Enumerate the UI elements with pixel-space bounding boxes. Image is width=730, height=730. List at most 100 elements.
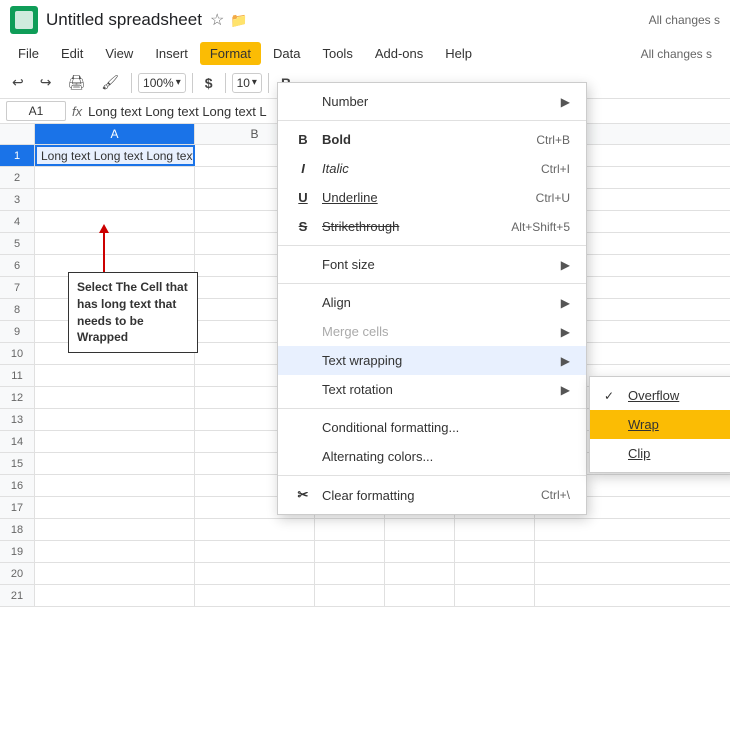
menu-format[interactable]: Format [200,42,261,65]
sep-4 [278,408,586,409]
condformat-label: Conditional formatting... [322,420,459,435]
menu-view[interactable]: View [95,42,143,65]
menu-item-bold[interactable]: B Bold Ctrl+B [278,125,586,154]
cell-c20[interactable] [315,563,385,584]
cell-reference[interactable]: A1 [6,101,66,121]
redo-button[interactable]: ↪ [34,71,58,94]
cell-a16[interactable] [35,475,195,496]
cell-a21[interactable] [35,585,195,606]
underline-shortcut: Ctrl+U [536,191,570,205]
cell-a3[interactable] [35,189,195,210]
print-button[interactable]: 🖨 [61,71,91,94]
cell-d21[interactable] [385,585,455,606]
menu-data[interactable]: Data [263,42,310,65]
row-num-11: 11 [0,365,35,386]
cell-e19[interactable] [455,541,535,562]
zoom-select[interactable]: 100% ▾ [138,73,186,93]
menu-item-alternatingcolors[interactable]: Alternating colors... [278,442,586,471]
cell-a1[interactable]: Long text Long text Long text Lo [35,145,195,166]
star-icon[interactable]: ☆ [210,10,224,30]
menu-help[interactable]: Help [435,42,482,65]
cell-b18[interactable] [195,519,315,540]
sep-2 [278,245,586,246]
paintformat-button[interactable]: 🖌 [95,71,125,94]
menu-item-fontsize[interactable]: Font size ▶ [278,250,586,279]
submenu-item-wrap[interactable]: Wrap [590,410,730,439]
wrap-label: Wrap [628,417,659,432]
strikethrough-icon: S [294,219,312,234]
cell-a20[interactable] [35,563,195,584]
menu-item-textwrapping[interactable]: Text wrapping ▶ [278,346,586,375]
menu-item-textrotation[interactable]: Text rotation ▶ [278,375,586,404]
cell-a4[interactable] [35,211,195,232]
cell-a13[interactable] [35,409,195,430]
cell-e21[interactable] [455,585,535,606]
row-num-10: 10 [0,343,35,364]
currency-button[interactable]: $ [199,72,219,94]
font-size-value: 10 [237,76,250,90]
bold-icon: B [294,132,312,147]
cell-c19[interactable] [315,541,385,562]
cell-a11[interactable] [35,365,195,386]
col-header-a[interactable]: A [35,124,195,144]
cell-d18[interactable] [385,519,455,540]
cell-a5[interactable] [35,233,195,254]
cell-a14[interactable] [35,431,195,452]
menu-insert[interactable]: Insert [145,42,198,65]
tooltip-text: Select The Cell that has long text that … [77,280,188,344]
cell-a18[interactable] [35,519,195,540]
row-num-3: 3 [0,189,35,210]
sep-5 [278,475,586,476]
cell-c18[interactable] [315,519,385,540]
grid-row-20: 20 [0,563,730,585]
cell-b21[interactable] [195,585,315,606]
app-icon [10,6,38,34]
overflow-check-icon: ✓ [604,389,620,403]
cell-a17[interactable] [35,497,195,518]
menu-item-align[interactable]: Align ▶ [278,288,586,317]
menu-item-number[interactable]: Number ▶ [278,87,586,116]
align-arrow-icon: ▶ [561,296,570,310]
menu-item-clearformatting[interactable]: ✂ Clear formatting Ctrl+\ [278,480,586,510]
clearformat-icon: ✂ [294,487,312,503]
row-num-19: 19 [0,541,35,562]
cell-b19[interactable] [195,541,315,562]
row-num-13: 13 [0,409,35,430]
menu-item-strikethrough[interactable]: S Strikethrough Alt+Shift+5 [278,212,586,241]
cell-e20[interactable] [455,563,535,584]
menu-file[interactable]: File [8,42,49,65]
menu-edit[interactable]: Edit [51,42,93,65]
row-num-header [0,124,35,144]
bold-shortcut: Ctrl+B [536,133,570,147]
menu-item-italic[interactable]: I Italic Ctrl+I [278,154,586,183]
cell-a15[interactable] [35,453,195,474]
cell-a19[interactable] [35,541,195,562]
font-size-select[interactable]: 10 ▾ [232,73,262,93]
cell-a12[interactable] [35,387,195,408]
menu-item-mergecells[interactable]: Merge cells ▶ [278,317,586,346]
cell-d20[interactable] [385,563,455,584]
changes-status: All changes s [649,13,720,27]
cell-a2[interactable] [35,167,195,188]
submenu-item-overflow[interactable]: ✓ Overflow [590,381,730,410]
bold-label: Bold [322,132,351,147]
cell-e18[interactable] [455,519,535,540]
menu-item-conditionalformatting[interactable]: Conditional formatting... [278,413,586,442]
mergecells-arrow-icon: ▶ [561,325,570,339]
sep-1 [278,120,586,121]
row-num-15: 15 [0,453,35,474]
row-num-12: 12 [0,387,35,408]
folder-icon[interactable]: 📁 [230,12,247,29]
undo-button[interactable]: ↩ [6,71,30,94]
submenu-item-clip[interactable]: Clip [590,439,730,468]
row-num-17: 17 [0,497,35,518]
overflow-label: Overflow [628,388,679,403]
app-title: Untitled spreadsheet [46,10,202,30]
italic-icon: I [294,161,312,176]
menu-tools[interactable]: Tools [312,42,362,65]
cell-d19[interactable] [385,541,455,562]
menu-addons[interactable]: Add-ons [365,42,433,65]
cell-c21[interactable] [315,585,385,606]
menu-item-underline[interactable]: U Underline Ctrl+U [278,183,586,212]
cell-b20[interactable] [195,563,315,584]
